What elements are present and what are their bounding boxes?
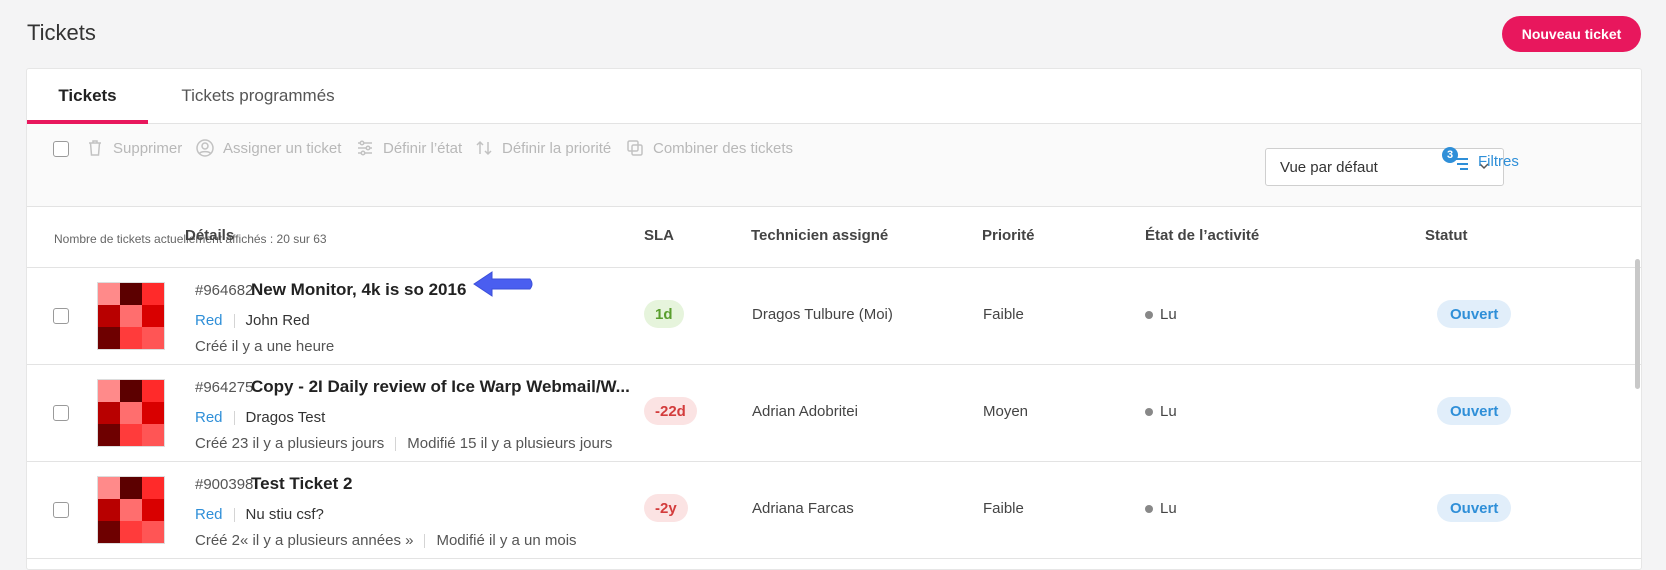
column-header-sla[interactable]: SLA	[644, 227, 674, 244]
team-link[interactable]: Red	[195, 409, 223, 426]
row-checkbox[interactable]	[53, 502, 69, 518]
row-checkbox[interactable]	[53, 405, 69, 421]
trash-icon	[89, 140, 101, 156]
ticket-dates: Créé il y a une heure	[195, 338, 334, 355]
priority-value: Faible	[983, 500, 1024, 517]
ticket-meta: Red Dragos Test	[195, 409, 325, 426]
filters-button[interactable]: 3 Filtres	[1442, 147, 1519, 172]
modified-text: Modifié il y a un mois	[436, 532, 577, 549]
requester-name: Dragos Test	[245, 409, 326, 426]
combine-action-label: Combiner des tickets	[653, 139, 794, 157]
column-header-status[interactable]: Statut	[1425, 227, 1468, 244]
table-scrollbar[interactable]	[1635, 259, 1640, 389]
ticket-id: #964275	[195, 379, 254, 396]
set-priority-action[interactable]: Définir la priorité	[474, 138, 611, 158]
set-state-action[interactable]: Définir l’état	[355, 138, 462, 158]
assign-action[interactable]: Assigner un ticket	[195, 138, 341, 158]
table-header: Détails SLA Technicien assigné Priorité …	[27, 207, 1641, 268]
select-all-checkbox[interactable]	[53, 141, 69, 157]
filters-label: Filtres	[1478, 152, 1519, 170]
technician-name: Adrian Adobritei	[752, 403, 858, 420]
status-badge: Ouvert	[1437, 397, 1512, 425]
page-title: Tickets	[27, 20, 96, 45]
activity-dot-icon	[1145, 310, 1153, 319]
table-row[interactable]: #964275 Copy - 2I Daily review of Ice Wa…	[27, 365, 1641, 462]
tab-bar: Tickets Tickets programmés	[27, 69, 1641, 124]
requester-name: Nu stiu csf?	[245, 506, 324, 523]
activity-dot-icon	[1145, 407, 1153, 416]
created-text: Créé 2« il y a plusieurs années »	[195, 532, 414, 549]
requester-name: John Red	[245, 312, 310, 329]
activity-dot-icon	[1145, 504, 1153, 513]
tab-tickets[interactable]: Tickets	[27, 69, 148, 124]
created-text: Créé il y a une heure	[195, 338, 335, 355]
ticket-title-link[interactable]: New Monitor, 4k is so 2016	[251, 280, 466, 300]
activity-state: Lu	[1145, 306, 1177, 323]
column-header-activity[interactable]: État de l’activité	[1145, 227, 1259, 244]
ticket-id: #900398	[195, 476, 254, 493]
priority-value: Moyen	[983, 403, 1029, 420]
table-row[interactable]: #900398 Test Ticket 2 Red Nu stiu csf? C…	[27, 462, 1641, 559]
activity-label: Lu	[1160, 500, 1177, 517]
column-header-technician[interactable]: Technicien assigné	[751, 227, 888, 244]
user-circle-icon	[196, 139, 214, 157]
delete-action-label: Supprimer	[113, 139, 183, 157]
set-state-action-label: Définir l’état	[383, 139, 463, 157]
row-checkbox[interactable]	[53, 308, 69, 324]
bulk-toolbar: Supprimer Assigner un ticket Définir l’é…	[27, 124, 1641, 246]
sla-badge: -22d	[644, 397, 697, 425]
requester-avatar	[97, 476, 165, 544]
activity-label: Lu	[1160, 403, 1177, 420]
priority-value: Faible	[983, 306, 1024, 323]
table-row[interactable]: #964682 New Monitor, 4k is so 2016 Red J…	[27, 268, 1641, 365]
technician-name: Adriana Farcas	[752, 500, 854, 517]
created-text: Créé 23 il y a plusieurs jours	[195, 435, 385, 452]
new-ticket-button[interactable]: Nouveau ticket	[1502, 16, 1641, 52]
divider	[233, 313, 235, 328]
tickets-card: Tickets Tickets programmés Supprimer Ass…	[26, 68, 1642, 570]
team-link[interactable]: Red	[195, 506, 223, 523]
delete-action[interactable]: Supprimer	[85, 138, 182, 158]
ticket-title-link[interactable]: Test Ticket 2	[251, 474, 352, 494]
status-badge: Ouvert	[1437, 494, 1512, 522]
divider	[233, 410, 235, 425]
annotation-arrow-icon	[473, 271, 533, 297]
filters-count-badge: 3	[1442, 147, 1458, 163]
status-badge: Ouvert	[1437, 300, 1512, 328]
ticket-meta: Red Nu stiu csf?	[195, 506, 324, 523]
sliders-icon	[358, 140, 372, 156]
sla-badge: -2y	[644, 494, 688, 522]
assign-action-label: Assigner un ticket	[223, 139, 342, 157]
sort-arrows-icon	[476, 140, 492, 156]
ticket-id: #964682	[195, 282, 254, 299]
team-link[interactable]: Red	[195, 312, 223, 329]
tab-scheduled-tickets[interactable]: Tickets programmés	[158, 69, 358, 123]
requester-avatar	[97, 379, 165, 447]
ticket-meta: Red John Red	[195, 312, 310, 329]
modified-text: Modifié 15 il y a plusieurs jours	[407, 435, 613, 452]
column-header-priority[interactable]: Priorité	[982, 227, 1035, 244]
column-header-details[interactable]: Détails	[185, 227, 234, 244]
activity-label: Lu	[1160, 306, 1177, 323]
ticket-title-link[interactable]: Copy - 2I Daily review of Ice Warp Webma…	[251, 377, 630, 397]
activity-state: Lu	[1145, 500, 1177, 517]
ticket-dates: Créé 2« il y a plusieurs années » Modifi…	[195, 532, 577, 549]
sla-badge: 1d	[644, 300, 684, 328]
combine-action[interactable]: Combiner des tickets	[625, 138, 793, 158]
activity-state: Lu	[1145, 403, 1177, 420]
ticket-dates: Créé 23 il y a plusieurs jours Modifié 1…	[195, 435, 612, 452]
divider	[233, 507, 235, 522]
divider	[424, 533, 426, 548]
view-select-value: Vue par défaut	[1280, 158, 1378, 176]
set-priority-action-label: Définir la priorité	[502, 139, 612, 157]
requester-avatar	[97, 282, 165, 350]
combine-icon	[627, 140, 643, 156]
divider	[395, 436, 397, 451]
technician-name: Dragos Tulbure (Moi)	[752, 306, 893, 323]
